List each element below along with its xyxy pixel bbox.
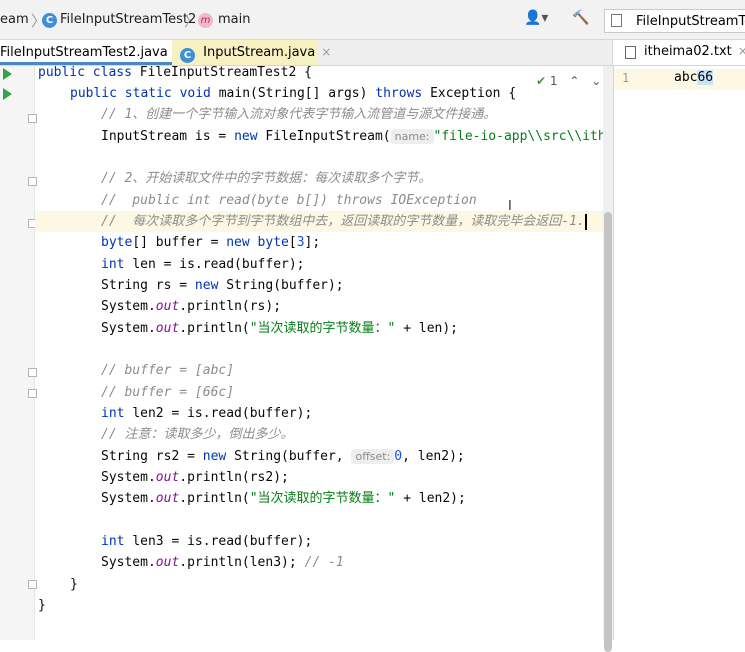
run-configuration-label: FileInputStreamTest2 bbox=[636, 14, 745, 29]
code-comment: // public int read(byte b[]) throws IOEx… bbox=[101, 193, 477, 208]
file-icon bbox=[611, 14, 622, 27]
scrollbar-thumb[interactable] bbox=[604, 212, 612, 652]
code-comment: // buffer = [abc] bbox=[101, 363, 235, 378]
breadcrumb-method[interactable]: main bbox=[218, 12, 250, 27]
code-line: System.out.println(len3); // -1 bbox=[101, 555, 344, 570]
class-icon: C bbox=[42, 13, 57, 28]
editor-scrollbar[interactable] bbox=[603, 66, 613, 652]
code-line: int len = is.read(buffer); bbox=[101, 257, 305, 272]
code-line: System.out.println("当次读取的字节数量：" + len); bbox=[101, 321, 459, 336]
editor-gutter bbox=[0, 66, 37, 640]
text-file-icon bbox=[625, 46, 636, 59]
code-line: public class FileInputStreamTest2 { bbox=[38, 66, 312, 80]
tab-fileinputstreamtest2[interactable]: FileInputStreamTest2.java× bbox=[0, 40, 184, 65]
code-line: } bbox=[38, 598, 46, 613]
code-line: } bbox=[70, 577, 78, 592]
right-editor-tab-bar: itheima02.txt × bbox=[612, 40, 745, 66]
breadcrumb-separator-icon: 〉 bbox=[184, 12, 200, 30]
tab-label: InputStream.java bbox=[203, 45, 316, 60]
code-comment: // 1、创建一个字节输入流对象代表字节输入流管道与源文件接通。 bbox=[101, 107, 497, 122]
run-class-icon[interactable] bbox=[3, 68, 12, 80]
editor-tab-bar: FileInputStreamTest2.java× C InputStream… bbox=[0, 40, 612, 66]
file-content: abc66 bbox=[674, 70, 714, 85]
tab-label: FileInputStreamTest2.java bbox=[0, 45, 168, 60]
code-line: InputStream is = new FileInputStream(nam… bbox=[101, 129, 603, 144]
code-comment: // 注意：读取多少，倒出多少。 bbox=[101, 427, 294, 442]
user-icon[interactable]: 👤▾ bbox=[524, 10, 548, 26]
code-line: public static void main(String[] args) t… bbox=[70, 86, 517, 101]
class-icon: C bbox=[180, 48, 195, 63]
breadcrumb-class[interactable]: FileInputStreamTest2 bbox=[60, 12, 196, 27]
code-line: int len2 = is.read(buffer); bbox=[101, 406, 313, 421]
code-comment: // buffer = [66c] bbox=[101, 385, 235, 400]
parameter-hint: offset: bbox=[351, 449, 395, 464]
method-icon: m bbox=[198, 13, 213, 28]
tab-itheima02[interactable]: itheima02.txt × bbox=[644, 44, 745, 59]
tab-label: itheima02.txt bbox=[644, 44, 732, 59]
close-icon[interactable]: × bbox=[738, 44, 745, 58]
close-icon[interactable]: × bbox=[321, 45, 331, 59]
parameter-hint: name: bbox=[390, 129, 434, 144]
mouse-text-cursor-icon: I bbox=[508, 199, 512, 214]
build-hammer-icon[interactable]: 🔨 bbox=[572, 10, 589, 26]
run-main-icon[interactable] bbox=[3, 88, 12, 100]
breadcrumb-project[interactable]: eam bbox=[0, 12, 29, 27]
code-line: byte[] buffer = new byte[3]; bbox=[101, 235, 321, 250]
code-line: String rs2 = new String(buffer, offset: 0… bbox=[101, 449, 465, 464]
current-line: // 每次读取多个字节到字节数组中去，返回读取的字节数量，读取完毕会返回-1. bbox=[35, 211, 603, 232]
code-line: System.out.println(rs); bbox=[101, 299, 282, 314]
selected-text: 66 bbox=[697, 70, 714, 85]
code-line: String rs = new String(buffer); bbox=[101, 278, 344, 293]
run-configuration-selector[interactable]: FileInputStreamTest2 bbox=[604, 9, 745, 33]
text-caret bbox=[584, 213, 587, 230]
code-line: System.out.println("当次读取的字节数量：" + len2); bbox=[101, 491, 466, 506]
code-line: System.out.println(rs2); bbox=[101, 470, 289, 485]
code-comment: // 2、开始读取文件中的字节数据：每次读取多个字节。 bbox=[101, 171, 432, 186]
text-file-editor[interactable]: 1 abc66 bbox=[613, 66, 745, 640]
line-number: 1 bbox=[622, 71, 630, 85]
code-editor[interactable]: public class FileInputStreamTest2 { publ… bbox=[35, 66, 603, 640]
navigation-bar: eam 〉 C FileInputStreamTest2 〉 m main 👤▾… bbox=[0, 0, 745, 40]
code-line: int len3 = is.read(buffer); bbox=[101, 534, 313, 549]
tab-inputstream[interactable]: C InputStream.java × bbox=[172, 40, 331, 65]
